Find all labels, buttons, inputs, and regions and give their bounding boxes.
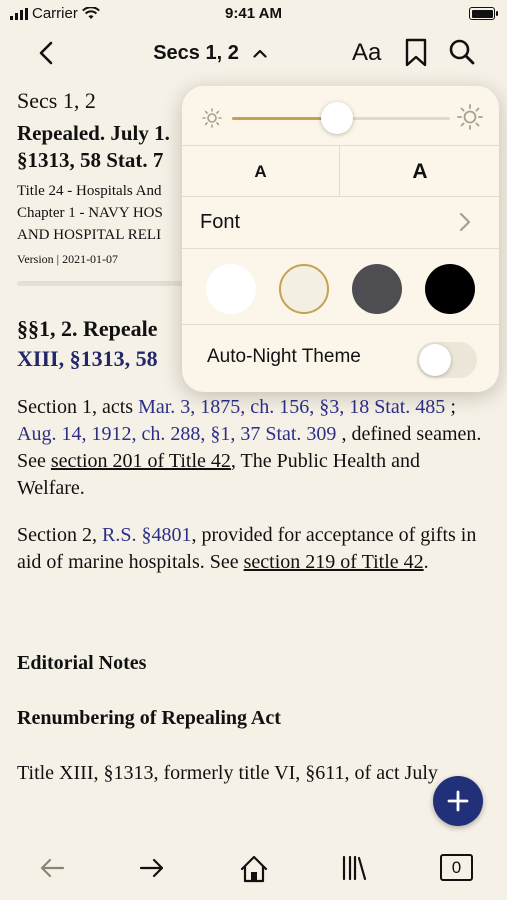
chevron-up-icon xyxy=(253,49,267,58)
theme-sepia-swatch[interactable] xyxy=(279,264,329,314)
back-chevron-icon[interactable] xyxy=(32,38,62,68)
reading-progress-bar xyxy=(17,281,197,286)
bottom-toolbar: 0 xyxy=(0,840,507,900)
arrow-right-icon[interactable] xyxy=(138,854,166,882)
font-label: Font xyxy=(200,211,241,233)
arrow-left-icon[interactable] xyxy=(38,854,66,882)
para1-text2: ; xyxy=(445,396,456,418)
brightness-high-icon xyxy=(457,104,483,130)
para2-text3: . xyxy=(423,551,429,573)
section-219-link[interactable]: section 219 of Title 42 xyxy=(244,551,424,573)
theme-white-swatch[interactable] xyxy=(206,264,256,314)
font-size-row: A A xyxy=(182,146,499,197)
para2-text1: Section 2, xyxy=(17,524,102,546)
brightness-row xyxy=(182,86,499,146)
home-icon[interactable] xyxy=(239,854,269,884)
reading-settings-popover: A A Font Auto-Night Theme xyxy=(182,86,499,392)
battery-icon xyxy=(469,7,498,20)
renumbering-paragraph: Title XIII, §1313, formerly title VI, §6… xyxy=(17,762,438,784)
auto-night-label: Auto-Night Theme xyxy=(207,346,361,367)
library-icon[interactable] xyxy=(340,854,368,882)
status-time: 9:41 AM xyxy=(225,5,282,22)
tabs-count-button[interactable]: 0 xyxy=(440,854,473,881)
paragraph-section-1: Section 1, acts Mar. 3, 1875, ch. 156, §… xyxy=(17,394,492,502)
rs-4801-link[interactable]: R.S. §4801 xyxy=(102,524,191,546)
brightness-low-icon xyxy=(202,108,222,128)
auto-night-row: Auto-Night Theme xyxy=(182,325,499,392)
toggle-knob xyxy=(419,344,451,376)
citation-link-1912[interactable]: Aug. 14, 1912, ch. 288, §1, 37 Stat. 309 xyxy=(17,423,336,445)
document-title-menu[interactable]: Secs 1, 2 xyxy=(130,42,290,65)
navigation-bar: Secs 1, 2 Aa xyxy=(0,28,507,80)
section-201-link[interactable]: section 201 of Title 42 xyxy=(51,450,231,472)
theme-black-swatch[interactable] xyxy=(425,264,475,314)
plus-icon xyxy=(447,790,469,812)
bookmark-icon[interactable] xyxy=(404,38,428,68)
theme-row xyxy=(182,249,499,325)
para1-text1: Section 1, acts xyxy=(17,396,139,418)
document-title: Secs 1, 2 xyxy=(153,42,239,64)
search-icon[interactable] xyxy=(448,38,476,66)
decrease-font-size-button[interactable]: A xyxy=(182,146,340,197)
theme-gray-swatch[interactable] xyxy=(352,264,402,314)
status-bar: Carrier 9:41 AM xyxy=(0,0,507,28)
text-settings-button[interactable]: Aa xyxy=(352,39,381,67)
brightness-slider-thumb[interactable] xyxy=(320,102,353,134)
add-button[interactable] xyxy=(433,776,483,826)
auto-night-toggle[interactable] xyxy=(417,342,477,378)
editorial-notes-heading: Editorial Notes xyxy=(17,652,147,674)
increase-font-size-button[interactable]: A xyxy=(341,146,499,197)
font-row[interactable]: Font xyxy=(182,197,499,249)
paragraph-section-2: Section 2, R.S. §4801, provided for acce… xyxy=(17,522,492,576)
renumbering-heading: Renumbering of Repealing Act xyxy=(17,707,281,729)
citation-link-1875[interactable]: Mar. 3, 1875, ch. 156, §3, 18 Stat. 485 xyxy=(138,396,445,418)
chevron-right-icon xyxy=(459,212,471,232)
